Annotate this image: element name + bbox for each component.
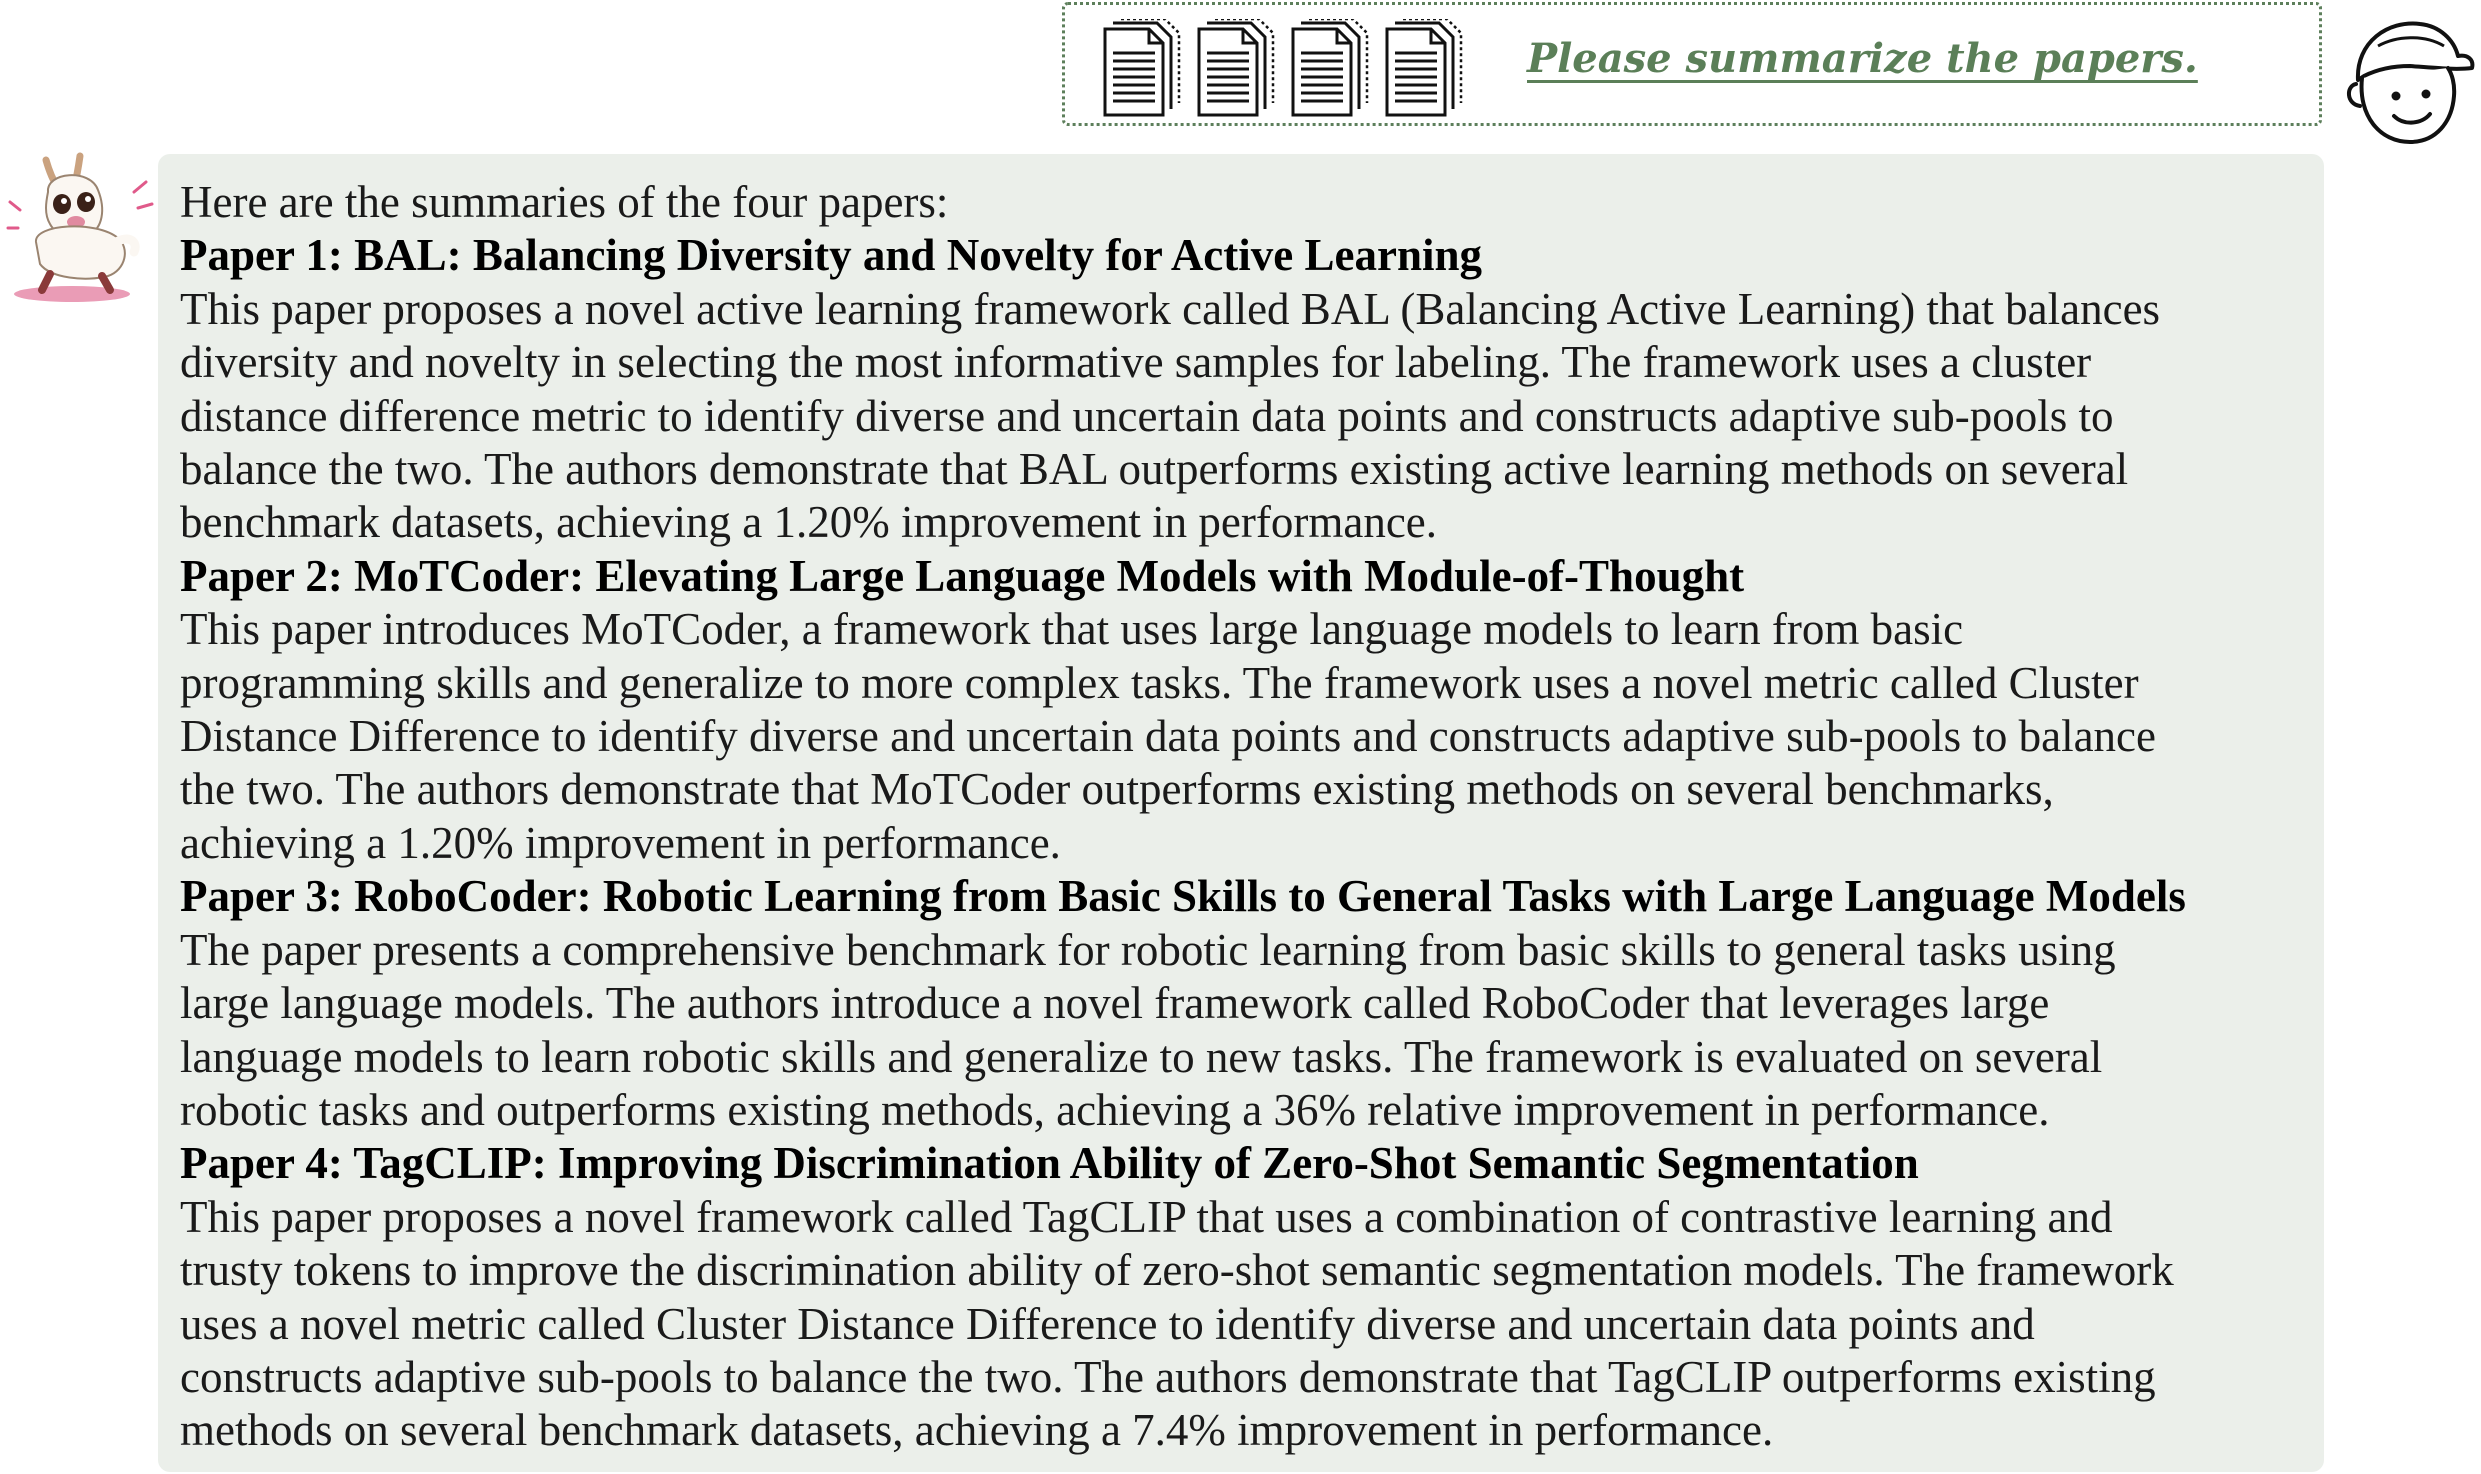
paper-summary-line: programming skills and generalize to mor… xyxy=(180,657,2139,708)
document-icon[interactable] xyxy=(1101,19,1185,119)
paper-title: Paper 1: BAL: Balancing Diversity and No… xyxy=(180,230,1483,281)
document-icon[interactable] xyxy=(1289,19,1373,119)
llama-avatar-icon xyxy=(6,152,154,302)
attachment-list xyxy=(1101,19,1467,119)
paper-summary-line: This paper introduces MoTCoder, a framew… xyxy=(180,604,1964,655)
assistant-response-box: Here are the summaries of the four paper… xyxy=(158,154,2324,1472)
paper-summary-line: This paper proposes a novel framework ca… xyxy=(180,1191,2113,1242)
paper-summary-line: This paper proposes a novel active learn… xyxy=(180,283,2161,334)
document-icon[interactable] xyxy=(1383,19,1467,119)
paper-summary-line: robotic tasks and outperforms existing m… xyxy=(180,1084,2050,1135)
response-intro: Here are the summaries of the four paper… xyxy=(180,177,949,227)
paper-summary-line: large language models. The authors intro… xyxy=(180,978,2050,1029)
document-icon[interactable] xyxy=(1195,19,1279,119)
paper-summary-line: achieving a 1.20% improvement in perform… xyxy=(180,817,1061,868)
paper-summary-line: language models to learn robotic skills … xyxy=(180,1031,2103,1082)
paper-title: Paper 2: MoTCoder: Elevating Large Langu… xyxy=(180,550,1745,601)
paper-summary-line: trusty tokens to improve the discriminat… xyxy=(180,1245,2174,1296)
paper-summary-line: The paper presents a comprehensive bench… xyxy=(180,924,2116,975)
user-prompt-text: Please summarize the papers. xyxy=(1527,35,2198,82)
paper-summary-line: uses a novel metric called Cluster Dista… xyxy=(180,1298,2035,1349)
paper-summary-line: the two. The authors demonstrate that Mo… xyxy=(180,764,2054,815)
paper-summary-line: benchmark datasets, achieving a 1.20% im… xyxy=(180,497,1438,548)
paper-summary-line: balance the two. The authors demonstrate… xyxy=(180,444,2129,495)
paper-summary-line: diversity and novelty in selecting the m… xyxy=(180,337,2092,388)
paper-summary-line: constructs adaptive sub-pools to balance… xyxy=(180,1351,2156,1402)
paper-summary-line: methods on several benchmark datasets, a… xyxy=(180,1405,1774,1456)
paper-summary-line: distance difference metric to identify d… xyxy=(180,390,2114,441)
paper-title: Paper 3: RoboCoder: Robotic Learning fro… xyxy=(180,871,2186,922)
assistant-response-text: Here are the summaries of the four paper… xyxy=(180,176,2302,1458)
paper-summary-line: Distance Difference to identify diverse … xyxy=(180,711,2157,762)
user-message-bubble: Please summarize the papers. xyxy=(1062,2,2322,126)
user-avatar-icon xyxy=(2347,21,2475,145)
paper-title: Paper 4: TagCLIP: Improving Discriminati… xyxy=(180,1138,1919,1189)
